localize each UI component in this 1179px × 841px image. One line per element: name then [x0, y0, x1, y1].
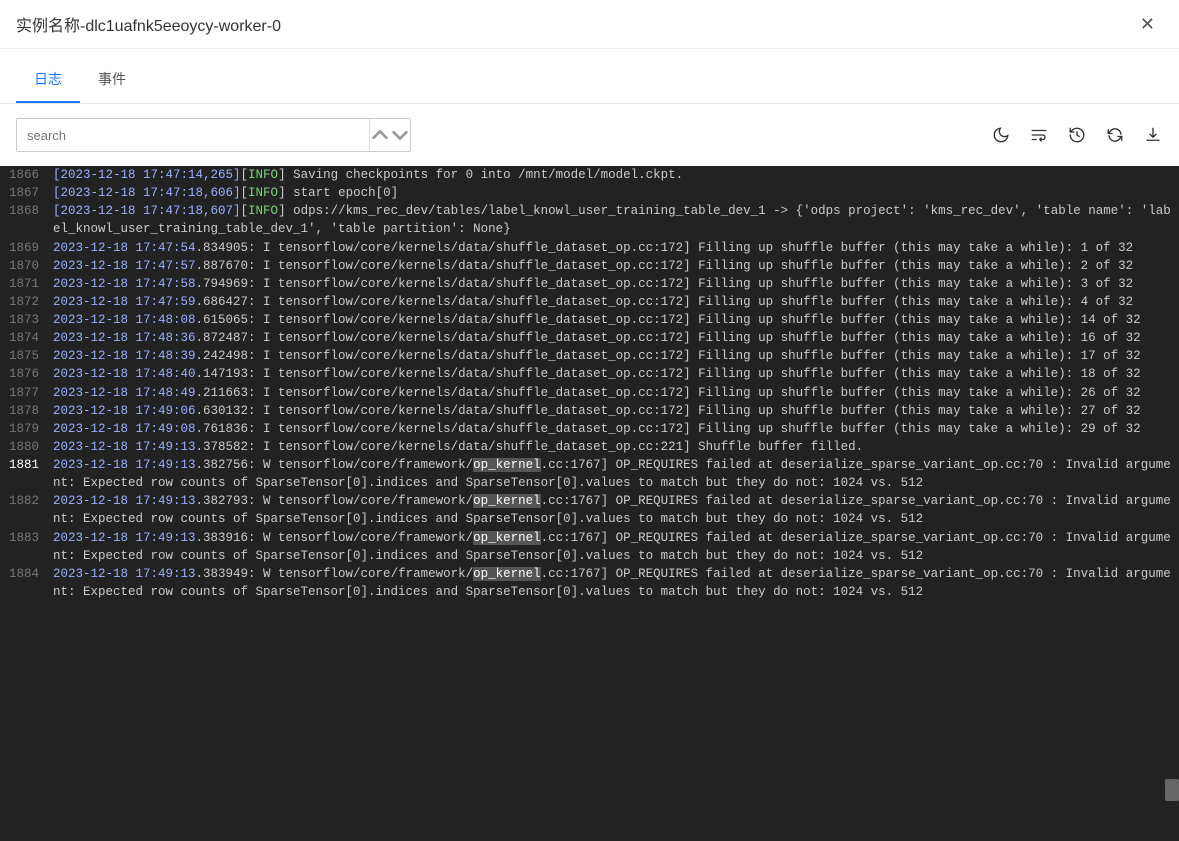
log-line[interactable]: 18752023-12-18 17:48:39.242498: I tensor…	[0, 347, 1179, 365]
log-line[interactable]: 18832023-12-18 17:49:13.383916: W tensor…	[0, 529, 1179, 565]
log-text: 2023-12-18 17:49:13.378582: I tensorflow…	[53, 438, 1171, 456]
line-number: 1881	[8, 456, 53, 492]
log-line[interactable]: 18712023-12-18 17:47:58.794969: I tensor…	[0, 275, 1179, 293]
log-line[interactable]: 1868[2023-12-18 17:47:18,607][INFO] odps…	[0, 202, 1179, 238]
log-text: 2023-12-18 17:48:49.211663: I tensorflow…	[53, 384, 1171, 402]
line-number: 1875	[8, 347, 53, 365]
tab-1[interactable]: 事件	[80, 57, 144, 103]
line-number: 1879	[8, 420, 53, 438]
line-number: 1883	[8, 529, 53, 565]
log-line[interactable]: 18812023-12-18 17:49:13.382756: W tensor…	[0, 456, 1179, 492]
line-number: 1882	[8, 492, 53, 528]
line-number: 1868	[8, 202, 53, 238]
dialog-title: 实例名称-dlc1uafnk5eeoycy-worker-0	[16, 12, 281, 36]
log-line[interactable]: 18822023-12-18 17:49:13.382793: W tensor…	[0, 492, 1179, 528]
line-number: 1884	[8, 565, 53, 601]
log-text: 2023-12-18 17:47:59.686427: I tensorflow…	[53, 293, 1171, 311]
log-text: [2023-12-18 17:47:18,606][INFO] start ep…	[53, 184, 1171, 202]
line-number: 1870	[8, 257, 53, 275]
log-line[interactable]: 18732023-12-18 17:48:08.615065: I tensor…	[0, 311, 1179, 329]
log-text: [2023-12-18 17:47:18,607][INFO] odps://k…	[53, 202, 1171, 238]
log-text: 2023-12-18 17:47:54.834905: I tensorflow…	[53, 239, 1171, 257]
log-text: 2023-12-18 17:49:13.382793: W tensorflow…	[53, 492, 1171, 528]
log-line[interactable]: 18772023-12-18 17:48:49.211663: I tensor…	[0, 384, 1179, 402]
log-text: 2023-12-18 17:48:36.872487: I tensorflow…	[53, 329, 1171, 347]
log-text: 2023-12-18 17:49:08.761836: I tensorflow…	[53, 420, 1171, 438]
line-number: 1871	[8, 275, 53, 293]
search-next-icon[interactable]	[390, 119, 410, 151]
search-nav	[369, 119, 410, 151]
line-number: 1874	[8, 329, 53, 347]
log-line[interactable]: 18742023-12-18 17:48:36.872487: I tensor…	[0, 329, 1179, 347]
log-line[interactable]: 1867[2023-12-18 17:47:18,606][INFO] star…	[0, 184, 1179, 202]
download-icon[interactable]	[1143, 125, 1163, 145]
dialog-header: 实例名称-dlc1uafnk5eeoycy-worker-0 ✕	[0, 0, 1179, 49]
toolbar-actions	[991, 125, 1163, 145]
log-text: 2023-12-18 17:48:08.615065: I tensorflow…	[53, 311, 1171, 329]
search-input[interactable]	[17, 119, 369, 151]
line-number: 1866	[8, 166, 53, 184]
log-line[interactable]: 18782023-12-18 17:49:06.630132: I tensor…	[0, 402, 1179, 420]
line-number: 1869	[8, 239, 53, 257]
log-line[interactable]: 18722023-12-18 17:47:59.686427: I tensor…	[0, 293, 1179, 311]
log-line[interactable]: 18802023-12-18 17:49:13.378582: I tensor…	[0, 438, 1179, 456]
refresh-icon[interactable]	[1105, 125, 1125, 145]
log-line[interactable]: 18702023-12-18 17:47:57.887670: I tensor…	[0, 257, 1179, 275]
line-number: 1880	[8, 438, 53, 456]
tab-0[interactable]: 日志	[16, 57, 80, 103]
search-prev-icon[interactable]	[370, 119, 390, 151]
log-text: 2023-12-18 17:49:13.383949: W tensorflow…	[53, 565, 1171, 601]
moon-icon[interactable]	[991, 125, 1011, 145]
log-line[interactable]: 18762023-12-18 17:48:40.147193: I tensor…	[0, 365, 1179, 383]
line-number: 1873	[8, 311, 53, 329]
scrollbar-thumb[interactable]	[1165, 779, 1179, 801]
line-number: 1872	[8, 293, 53, 311]
tabs: 日志事件	[0, 57, 1179, 104]
log-text: 2023-12-18 17:48:39.242498: I tensorflow…	[53, 347, 1171, 365]
log-text: 2023-12-18 17:49:06.630132: I tensorflow…	[53, 402, 1171, 420]
close-icon[interactable]: ✕	[1132, 14, 1163, 35]
refresh-history-icon[interactable]	[1067, 125, 1087, 145]
toolbar	[0, 104, 1179, 166]
log-text: 2023-12-18 17:48:40.147193: I tensorflow…	[53, 365, 1171, 383]
log-text: 2023-12-18 17:47:58.794969: I tensorflow…	[53, 275, 1171, 293]
log-line[interactable]: 1866[2023-12-18 17:47:14,265][INFO] Savi…	[0, 166, 1179, 184]
wrap-lines-icon[interactable]	[1029, 125, 1049, 145]
log-text: 2023-12-18 17:47:57.887670: I tensorflow…	[53, 257, 1171, 275]
log-line[interactable]: 18692023-12-18 17:47:54.834905: I tensor…	[0, 239, 1179, 257]
log-text: 2023-12-18 17:49:13.383916: W tensorflow…	[53, 529, 1171, 565]
search-box	[16, 118, 411, 152]
log-text: [2023-12-18 17:47:14,265][INFO] Saving c…	[53, 166, 1171, 184]
line-number: 1867	[8, 184, 53, 202]
line-number: 1876	[8, 365, 53, 383]
log-text: 2023-12-18 17:49:13.382756: W tensorflow…	[53, 456, 1171, 492]
log-line[interactable]: 18842023-12-18 17:49:13.383949: W tensor…	[0, 565, 1179, 601]
line-number: 1877	[8, 384, 53, 402]
log-viewer[interactable]: 1866[2023-12-18 17:47:14,265][INFO] Savi…	[0, 166, 1179, 841]
log-line[interactable]: 18792023-12-18 17:49:08.761836: I tensor…	[0, 420, 1179, 438]
line-number: 1878	[8, 402, 53, 420]
